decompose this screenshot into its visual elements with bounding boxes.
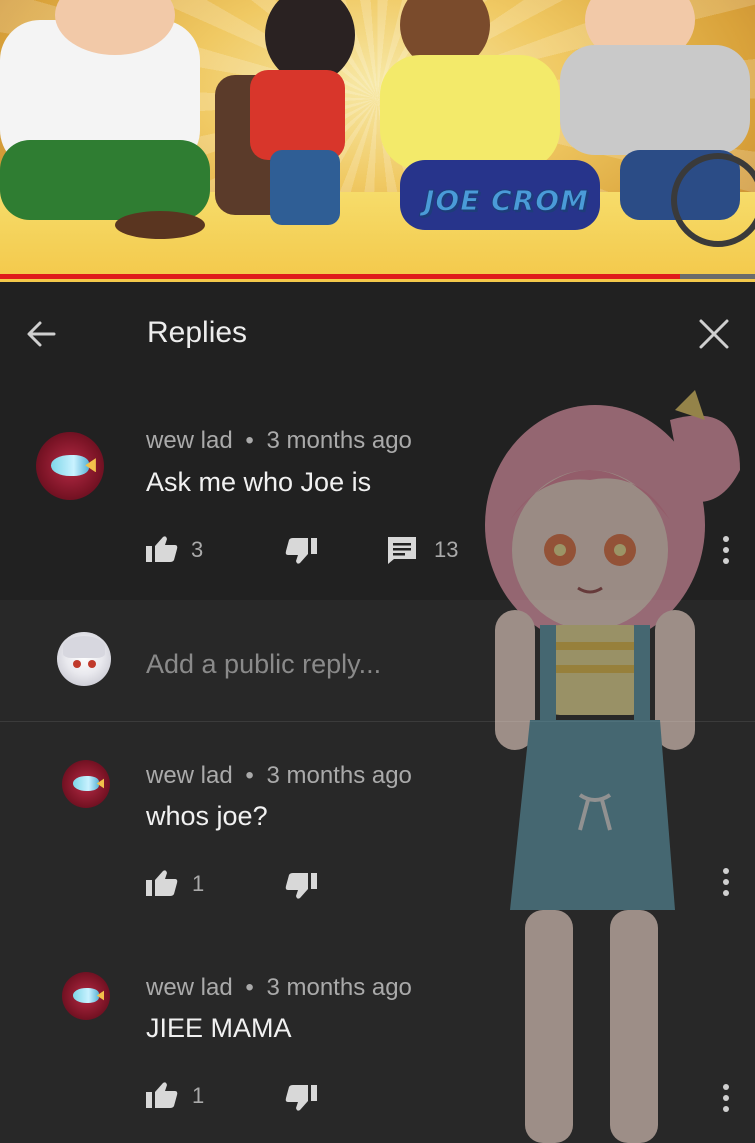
close-button[interactable] <box>692 312 736 356</box>
reply-author[interactable]: wew lad <box>146 762 233 789</box>
page-title: Replies <box>147 316 248 349</box>
video-watermark: JOE CROM <box>424 184 589 218</box>
meta-separator: • <box>245 974 254 1001</box>
reply-time: 3 months ago <box>266 762 412 789</box>
comment-time: 3 months ago <box>266 427 412 454</box>
reply-meta: wew lad • 3 months ago <box>146 762 412 790</box>
arrow-left-icon <box>27 321 56 347</box>
back-button[interactable] <box>20 312 64 356</box>
comment-icon <box>388 537 416 564</box>
like-button[interactable] <box>145 1080 179 1110</box>
thumbs-down-icon <box>285 1085 317 1111</box>
video-progress-fill <box>0 274 680 279</box>
dislike-button[interactable] <box>284 871 318 901</box>
avatar-eye <box>73 660 81 668</box>
reply-meta: wew lad • 3 months ago <box>146 974 412 1002</box>
dislike-button[interactable] <box>284 536 318 566</box>
comment-menu-button[interactable] <box>716 530 736 570</box>
thumbs-down-icon <box>285 873 317 899</box>
reply-text: whos joe? <box>146 801 268 831</box>
like-button[interactable] <box>145 534 179 564</box>
close-icon <box>699 319 729 349</box>
comment-meta: wew lad • 3 months ago <box>146 427 412 455</box>
original-comment <box>0 388 755 600</box>
reply-input[interactable] <box>146 644 586 684</box>
thumbs-up-icon <box>146 870 178 896</box>
video-frame-characters <box>0 0 755 247</box>
meta-separator: • <box>245 762 254 789</box>
reply-text: JIEE MAMA <box>146 1013 292 1043</box>
reply-menu-button[interactable] <box>716 862 736 902</box>
avatar[interactable] <box>62 760 110 808</box>
comment-text: Ask me who Joe is <box>146 467 372 497</box>
video-player[interactable]: JOE CROM <box>0 0 755 282</box>
like-button[interactable] <box>145 868 179 898</box>
comment-author[interactable]: wew lad <box>146 427 233 454</box>
dislike-button[interactable] <box>284 1083 318 1113</box>
like-count: 3 <box>191 537 204 562</box>
meta-separator: • <box>245 427 254 454</box>
my-avatar <box>57 632 111 686</box>
fish-icon <box>72 776 100 791</box>
fish-icon <box>72 988 100 1003</box>
thumbs-down-icon <box>285 538 317 564</box>
avatar[interactable] <box>62 972 110 1020</box>
video-progress-bar[interactable] <box>0 274 755 279</box>
avatar-eye <box>88 660 96 668</box>
replies-header <box>0 282 755 388</box>
like-count: 1 <box>192 1083 205 1108</box>
avatar[interactable] <box>36 432 104 500</box>
thumbs-up-icon <box>146 536 178 562</box>
avatar-hair <box>63 636 105 658</box>
reply-author[interactable]: wew lad <box>146 974 233 1001</box>
like-count: 1 <box>192 871 205 896</box>
reply-count-button[interactable] <box>386 535 420 565</box>
fish-icon <box>50 455 90 476</box>
reply-menu-button[interactable] <box>716 1078 736 1118</box>
reply-count: 13 <box>434 537 459 562</box>
thumbs-up-icon <box>146 1082 178 1108</box>
reply-time: 3 months ago <box>266 974 412 1001</box>
